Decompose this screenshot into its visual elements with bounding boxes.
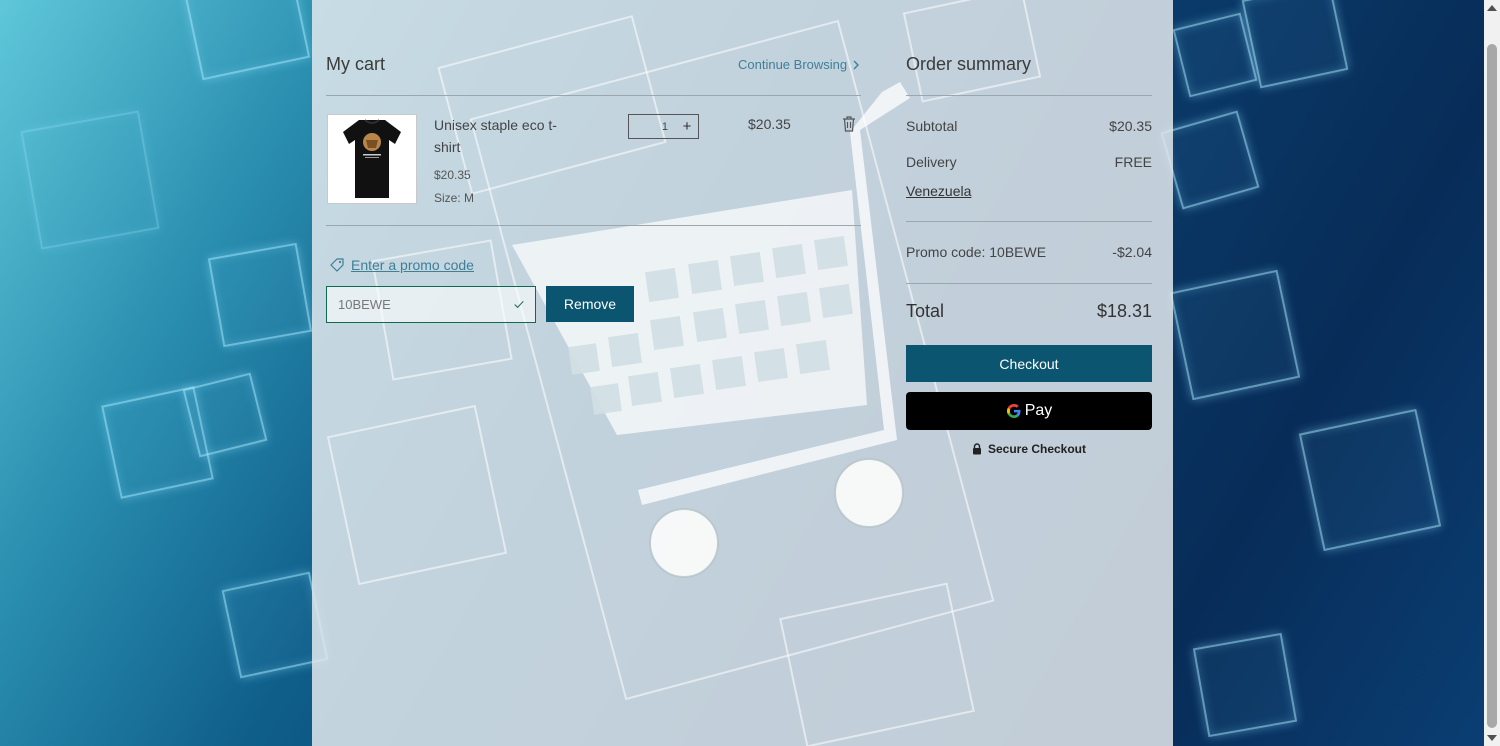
- delivery-country-link[interactable]: Venezuela: [906, 183, 971, 199]
- lock-icon: [972, 443, 981, 455]
- subtotal-label: Subtotal: [906, 118, 958, 134]
- remove-promo-button[interactable]: Remove: [546, 286, 634, 322]
- promo-code-field[interactable]: [326, 286, 536, 323]
- promo-summary-label: Promo code: 10BEWE: [906, 244, 1047, 260]
- product-unit-price: $20.35: [434, 168, 471, 182]
- checkout-button[interactable]: Checkout: [906, 345, 1152, 382]
- enter-promo-link[interactable]: Enter a promo code: [330, 257, 474, 273]
- product-thumbnail[interactable]: [327, 114, 417, 204]
- secure-checkout-label: Secure Checkout: [987, 442, 1087, 456]
- delivery-value: FREE: [1114, 154, 1152, 170]
- promo-code-input[interactable]: [338, 297, 514, 312]
- continue-browsing-link[interactable]: Continue Browsing: [738, 57, 860, 72]
- product-name[interactable]: Unisex staple eco t-shirt: [434, 114, 574, 158]
- secure-checkout-note: Secure Checkout: [906, 442, 1152, 456]
- summary-title: Order summary: [906, 54, 1032, 74]
- google-pay-label: Pay: [1024, 402, 1053, 419]
- quantity-value[interactable]: 1: [629, 121, 676, 133]
- product-size: Size: M: [434, 191, 475, 205]
- delivery-label: Delivery: [906, 154, 957, 170]
- enter-promo-label: Enter a promo code: [351, 257, 474, 273]
- summary-divider-1: [906, 221, 1152, 222]
- google-pay-button[interactable]: Pay: [906, 392, 1152, 430]
- scroll-up-arrow-icon[interactable]: [1487, 5, 1497, 11]
- tshirt-image: [343, 119, 401, 198]
- summary-divider-2: [906, 283, 1152, 284]
- summary-header-divider: [906, 95, 1152, 96]
- tag-icon: [330, 258, 344, 272]
- continue-browsing-label: Continue Browsing: [738, 57, 848, 72]
- total-label: Total: [906, 301, 945, 321]
- subtotal-value: $20.35: [1109, 118, 1152, 134]
- cart-title: My cart: [326, 54, 386, 74]
- remove-item-icon: [843, 116, 855, 132]
- promo-summary-value: -$2.04: [1112, 244, 1152, 260]
- total-value: $18.31: [1096, 301, 1152, 321]
- scrollbar-thumb[interactable]: [1487, 44, 1497, 728]
- quantity-stepper[interactable]: 1 +: [628, 114, 699, 139]
- chevron-right-icon: [853, 60, 860, 69]
- google-g-icon: [1006, 404, 1021, 418]
- check-icon: [514, 300, 524, 309]
- plus-icon[interactable]: +: [676, 118, 698, 135]
- page-scrollbar[interactable]: [1484, 0, 1500, 746]
- trash-icon[interactable]: [842, 116, 856, 137]
- line-item-price: $20.35: [748, 116, 791, 132]
- cart-header-divider: [326, 95, 861, 96]
- scroll-down-arrow-icon[interactable]: [1487, 735, 1497, 741]
- cart-item-divider: [326, 225, 861, 226]
